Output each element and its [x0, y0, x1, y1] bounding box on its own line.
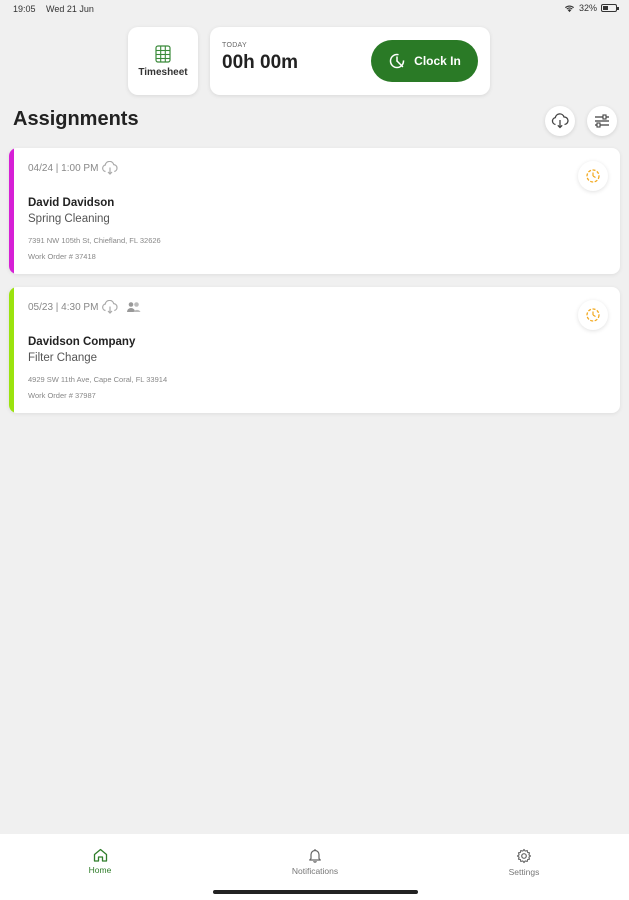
nav-settings[interactable]: Settings — [469, 848, 579, 877]
team-icon — [127, 302, 141, 312]
screen: 19:05 Wed 21 Jun 32% Timesheet TODAY 00h… — [0, 0, 629, 900]
bell-icon — [309, 849, 321, 863]
nav-settings-label: Settings — [508, 867, 540, 877]
card-status-stripe — [9, 148, 14, 274]
timesheet-label: Timesheet — [138, 66, 188, 78]
work-order-number: Work Order # 37987 — [28, 391, 96, 400]
pending-clock-icon — [586, 308, 600, 322]
nav-notifications-label: Notifications — [291, 866, 339, 876]
card-status-stripe — [9, 287, 14, 413]
clock-in-button[interactable]: Clock In — [371, 40, 478, 82]
cloud-download-icon — [102, 161, 118, 175]
filter-button[interactable] — [587, 106, 617, 136]
wifi-icon — [564, 5, 574, 12]
assignment-card[interactable]: 05/23 | 4:30 PM Davidson Company Filter … — [9, 287, 620, 413]
job-address: 7391 NW 105th St, Chiefland, FL 32626 — [28, 236, 161, 245]
nav-home-label: Home — [88, 865, 112, 875]
clock-in-label: Clock In — [414, 54, 461, 68]
cloud-sync-button[interactable] — [545, 106, 575, 136]
status-time: 19:05 — [13, 4, 36, 14]
nav-home[interactable]: Home — [45, 848, 155, 875]
cloud-download-icon — [102, 300, 118, 314]
filter-sliders-icon — [595, 114, 609, 128]
job-address: 4929 SW 11th Ave, Cape Coral, FL 33914 — [28, 375, 168, 384]
pending-clock-icon — [586, 169, 600, 183]
status-bar: 19:05 Wed 21 Jun 32% — [0, 0, 629, 18]
work-order-number: Work Order # 37418 — [28, 252, 96, 261]
home-indicator[interactable] — [213, 890, 418, 894]
nav-notifications[interactable]: Notifications — [260, 848, 370, 876]
home-icon — [93, 848, 107, 862]
battery-percent: 32% — [578, 3, 597, 13]
assignment-status-button[interactable] — [578, 161, 608, 191]
page-title: Assignments — [13, 108, 139, 130]
job-type: Filter Change — [28, 352, 98, 364]
assignment-card[interactable]: 04/24 | 1:00 PM David Davidson Spring Cl… — [9, 148, 620, 274]
clock-in-icon — [389, 53, 405, 69]
today-label: TODAY — [222, 42, 247, 49]
card-datetime: 05/23 | 4:30 PM — [28, 301, 99, 313]
battery-icon — [601, 4, 619, 12]
gear-icon — [516, 848, 532, 864]
assignment-status-button[interactable] — [578, 300, 608, 330]
today-time: 00h 00m — [222, 52, 299, 73]
card-datetime: 04/24 | 1:00 PM — [28, 162, 99, 174]
cloud-download-icon — [551, 113, 569, 129]
status-date: Wed 21 Jun — [46, 4, 94, 14]
customer-name: Davidson Company — [28, 336, 136, 348]
table-icon — [155, 44, 171, 63]
customer-name: David Davidson — [28, 197, 115, 209]
timesheet-button[interactable]: Timesheet — [128, 27, 198, 95]
today-card: TODAY 00h 00m Clock In — [210, 27, 490, 95]
job-type: Spring Cleaning — [28, 213, 110, 225]
